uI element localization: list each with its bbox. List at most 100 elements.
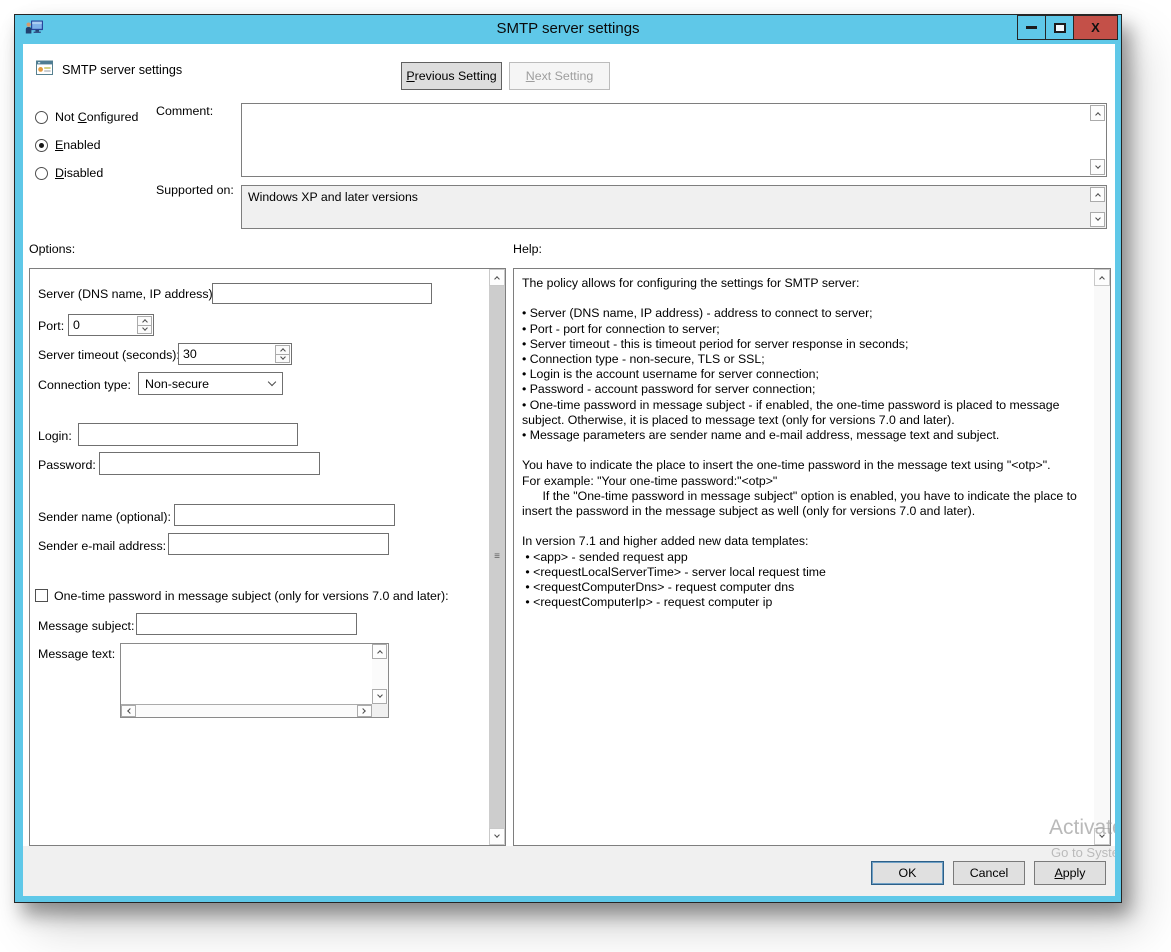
chevron-down-icon: [280, 354, 286, 360]
help-scroll-down-button[interactable]: [1094, 828, 1110, 845]
options-scrollbar[interactable]: ≡: [489, 269, 505, 845]
next-setting-label: N: [526, 69, 535, 83]
server-label: Server (DNS name, IP address):: [38, 287, 216, 301]
cancel-button[interactable]: Cancel: [953, 861, 1025, 885]
supported-on-box: Windows XP and later versions: [241, 185, 1107, 229]
ok-button[interactable]: OK: [871, 861, 944, 885]
password-input[interactable]: [99, 452, 320, 475]
connection-type-select[interactable]: Non-secure: [138, 372, 283, 395]
port-spin-down-button[interactable]: [137, 325, 152, 335]
message-text-area[interactable]: [120, 643, 389, 718]
radio-disabled[interactable]: Disabled: [35, 165, 103, 181]
next-setting-button[interactable]: Next Setting: [509, 62, 610, 90]
policy-setting-icon: [36, 60, 54, 76]
dialog-content: SMTP server settings Previous Setting Ne…: [23, 44, 1115, 896]
comment-scroll-up-button[interactable]: [1090, 105, 1105, 121]
port-spinner: [137, 316, 152, 334]
desktop: SMTP server settings X SMTP server: [0, 0, 1171, 952]
close-icon: X: [1091, 20, 1100, 35]
supported-scroll-up-button[interactable]: [1090, 187, 1105, 202]
radio-circle: [35, 111, 48, 124]
sender-email-label: Sender e-mail address:: [38, 539, 166, 553]
chevron-down-icon: [377, 692, 383, 698]
apply-button[interactable]: Apply: [1034, 861, 1106, 885]
radio-enabled[interactable]: Enabled: [35, 137, 100, 153]
chevron-right-icon: [360, 708, 366, 714]
radio-label: Enabled: [55, 138, 100, 152]
chevron-up-icon: [377, 650, 383, 656]
server-input[interactable]: [212, 283, 432, 304]
footer-bar: [23, 846, 1115, 896]
supported-on-label: Supported on:: [156, 183, 234, 197]
timeout-input[interactable]: 30: [178, 343, 292, 365]
previous-setting-label: P: [406, 69, 414, 83]
supported-on-value: Windows XP and later versions: [248, 190, 418, 204]
connection-type-value: Non-secure: [145, 377, 262, 391]
password-label: Password:: [38, 458, 96, 472]
message-text-vscrollbar[interactable]: [372, 644, 388, 704]
help-text: The policy allows for configuring the se…: [522, 276, 1086, 837]
setting-title: SMTP server settings: [62, 63, 182, 77]
chevron-up-icon: [494, 276, 500, 282]
chevron-up-icon: [1099, 276, 1105, 282]
message-subject-label: Message subject:: [38, 619, 134, 633]
titlebar[interactable]: SMTP server settings X: [15, 15, 1121, 43]
options-scroll-up-button[interactable]: [489, 269, 505, 286]
port-value: 0: [73, 318, 80, 332]
scroll-up-button[interactable]: [372, 644, 387, 659]
previous-setting-button[interactable]: Previous Setting: [401, 62, 502, 90]
sender-email-input[interactable]: [168, 533, 389, 555]
scroll-left-button[interactable]: [121, 705, 136, 717]
radio-label: Disabled: [55, 166, 103, 180]
message-subject-input[interactable]: [136, 613, 357, 635]
options-scroll-thumb[interactable]: ≡: [489, 286, 505, 828]
help-scrollbar[interactable]: [1094, 269, 1110, 845]
scroll-down-button[interactable]: [372, 689, 387, 704]
scrollbar-corner: [372, 704, 388, 717]
message-text-hscrollbar[interactable]: [121, 704, 372, 717]
radio-circle: [35, 167, 48, 180]
chevron-left-icon: [127, 708, 133, 714]
minimize-button[interactable]: [1017, 15, 1046, 40]
options-scroll-down-button[interactable]: [489, 828, 505, 845]
chevron-down-icon: [142, 325, 148, 331]
port-label: Port:: [38, 319, 64, 333]
radio-label: Not Configured: [55, 110, 138, 124]
maximize-icon: [1054, 23, 1066, 33]
help-panel: The policy allows for configuring the se…: [513, 268, 1111, 846]
window-title: SMTP server settings: [15, 20, 1121, 37]
login-label: Login:: [38, 429, 72, 443]
otp-checkbox-label: One-time password in message subject (on…: [54, 589, 449, 603]
timeout-spin-down-button[interactable]: [275, 354, 290, 364]
minimize-icon: [1026, 26, 1037, 29]
scroll-right-button[interactable]: [357, 705, 372, 717]
timeout-value: 30: [183, 347, 197, 361]
otp-checkbox[interactable]: [35, 589, 48, 602]
message-text-label: Message text:: [38, 647, 115, 661]
sender-name-input[interactable]: [174, 504, 395, 526]
chevron-down-icon: [1095, 215, 1101, 221]
radio-not-configured[interactable]: Not Configured: [35, 109, 138, 125]
options-panel: Server (DNS name, IP address): Port: 0 S…: [29, 268, 506, 846]
comment-scroll-down-button[interactable]: [1090, 159, 1105, 175]
comment-label: Comment:: [156, 104, 213, 118]
options-section-label: Options:: [29, 242, 75, 256]
chevron-up-icon: [1095, 112, 1101, 118]
smtp-settings-window: SMTP server settings X SMTP server: [14, 14, 1122, 903]
close-button[interactable]: X: [1073, 15, 1118, 40]
comment-textarea[interactable]: [241, 103, 1107, 177]
radio-circle: [35, 139, 48, 152]
chevron-up-icon: [1095, 193, 1101, 199]
connection-type-label: Connection type:: [38, 378, 131, 392]
maximize-button[interactable]: [1045, 15, 1074, 40]
chevron-down-icon: [268, 378, 276, 386]
supported-scroll-down-button[interactable]: [1090, 212, 1105, 227]
help-scroll-up-button[interactable]: [1094, 269, 1110, 286]
timeout-label: Server timeout (seconds):: [38, 348, 180, 362]
chevron-down-icon: [494, 832, 500, 838]
chevron-down-icon: [1095, 163, 1101, 169]
port-input[interactable]: 0: [68, 314, 154, 336]
timeout-spinner: [275, 345, 290, 363]
login-input[interactable]: [78, 423, 298, 446]
chevron-down-icon: [1099, 832, 1105, 838]
